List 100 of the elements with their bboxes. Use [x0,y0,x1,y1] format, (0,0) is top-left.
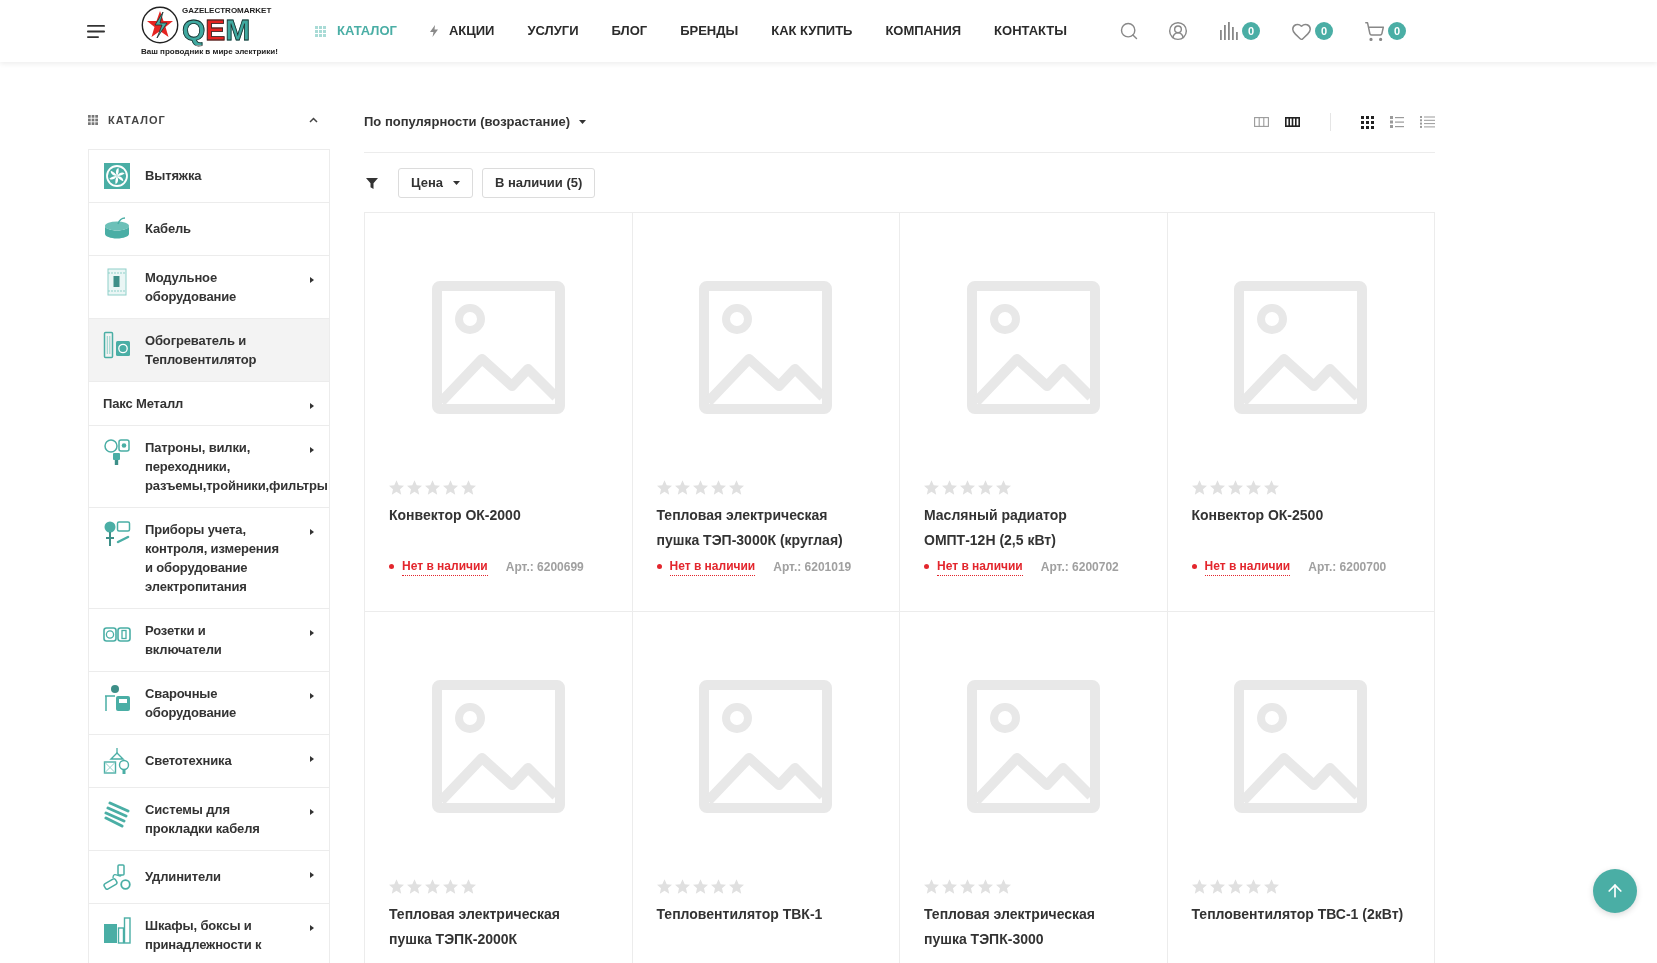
product-title[interactable]: Тепловентилятор ТВК-1 [656,902,823,927]
meter-icon [103,519,131,548]
product-title[interactable]: Масляный радиатор ОМПТ-12Н (2,5 кВт) [924,503,1067,553]
star-icon [461,879,476,894]
star-icon [728,879,744,894]
star-icon [996,879,1011,894]
nav-link[interactable]: БРЕНДЫ [680,21,739,41]
stock-status-link[interactable]: Нет в наличии [937,557,1023,576]
lamp-icon [103,746,131,775]
image-placeholder-icon [1234,680,1368,813]
caret-right-icon [310,924,314,931]
star-icon [924,879,939,894]
star-icon [674,879,690,894]
caret-right-icon [310,402,314,409]
caret-right-icon [310,871,314,878]
star-icon [942,480,957,495]
star-icon [978,879,993,894]
grid-icon [315,25,326,37]
star-icon [1227,879,1243,894]
image-placeholder-icon [431,680,565,813]
star-icon [710,879,726,894]
filter-icon[interactable] [366,177,378,189]
chevron-up-icon[interactable] [309,117,318,124]
star-icon [443,879,458,894]
three-column-icon[interactable] [1254,117,1269,127]
user-icon[interactable] [1168,21,1188,41]
article-number: Арт.: 6200702 [1040,558,1119,576]
product-title[interactable]: Тепловентилятор ТВС-1 (2кВт) [1191,902,1404,927]
star-icon [942,879,957,894]
star-icon [1263,879,1279,894]
welder-icon [103,683,131,712]
star-icon [1209,480,1225,495]
star-icon [1191,879,1207,894]
star-icon [389,879,404,894]
product-title[interactable]: Тепловая электрическая пушка ТЭП-3000К (круглая) [656,503,843,553]
cart-icon[interactable] [1364,20,1385,42]
nav-link[interactable]: КОНТАКТЫ [994,21,1067,41]
star-icon [425,879,440,894]
caret-right-icon [310,692,314,699]
star-icon [407,879,422,894]
caret-right-icon [310,276,314,283]
star-icon [425,480,440,495]
search-icon[interactable] [1119,21,1139,41]
image-placeholder-icon [1234,281,1368,414]
star-icon [996,480,1011,495]
extension-cord-icon [103,862,131,891]
stock-status-link[interactable]: Нет в наличии [669,557,756,576]
logo-tagline: Ваш проводник в мире электрики! [141,47,278,56]
star-icon [656,879,672,894]
image-placeholder-icon [431,281,565,414]
star-icon [443,480,458,495]
cabinet-icon [103,915,131,944]
grid-view-icon[interactable] [1361,115,1374,129]
nav-link[interactable]: АКЦИИ [429,21,495,41]
four-column-icon[interactable] [1285,117,1300,127]
caret-down-icon [579,120,586,124]
count-badge: 0 [1388,22,1406,40]
star-icon [389,480,404,495]
sort-dropdown[interactable]: По популярности (возрастание) [364,112,586,132]
star-icon [1245,480,1261,495]
article-number: Арт.: 6200700 [1308,558,1387,576]
caret-right-icon [310,446,314,453]
category-item[interactable]: Обогреватель и Тепловентилятор [89,318,329,382]
product-title[interactable]: Конвектор ОК-2000 [389,503,521,528]
nav-link[interactable]: КАК КУПИТЬ [771,21,853,41]
product-title[interactable]: Тепловая электрическая пушка ТЭПК-2000К [389,902,560,952]
bar-chart-icon[interactable] [1219,22,1239,40]
caret-right-icon [310,808,314,815]
compact-list-icon[interactable] [1420,116,1435,128]
list-view-icon[interactable] [1390,116,1404,128]
star-icon [924,480,939,495]
stock-status-link[interactable]: Нет в наличии [402,557,488,576]
logo-emblem-icon[interactable] [141,6,179,44]
caret-right-icon [310,629,314,636]
star-icon [674,480,690,495]
stock-status-link[interactable]: Нет в наличии [1204,557,1291,576]
count-badge: 0 [1315,22,1333,40]
filter-button[interactable]: В наличии (5) [481,168,596,198]
lightning-icon [429,25,438,37]
caret-right-icon [310,755,314,762]
star-icon [461,480,476,495]
sidebar-title: КАТАЛОГ [108,113,166,128]
star-icon [728,480,744,495]
filter-dropdown[interactable]: Цена [398,168,473,198]
menu-icon[interactable] [87,24,105,38]
product-title[interactable]: Тепловая электрическая пушка ТЭПК-3000 [924,902,1095,952]
star-icon [960,879,975,894]
image-placeholder-icon [966,680,1100,813]
product-title[interactable]: Конвектор ОК-2500 [1191,503,1324,528]
logo-subtitle: GAZELECTROMARKET [182,6,272,15]
star-icon [1209,879,1225,894]
nav-link[interactable]: БЛОГ [611,21,648,41]
nav-link[interactable]: КОМПАНИЯ [885,21,962,41]
cable-tray-icon [103,799,131,828]
star-icon [960,480,975,495]
heater-icon [103,330,131,359]
nav-link[interactable]: УСЛУГИ [527,21,579,41]
back-to-top-button[interactable] [1593,869,1637,913]
count-badge: 0 [1242,22,1260,40]
star-icon [692,879,708,894]
